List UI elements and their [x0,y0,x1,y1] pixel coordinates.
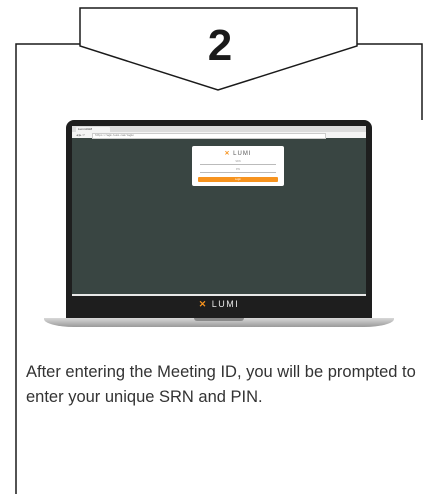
footer-lumi-x-icon: ✕ [198,299,208,309]
footer-lumi-text: LUMI [211,299,240,309]
login-button[interactable]: Login [198,177,278,182]
laptop-bezel: Lumi AGM ◀ ▶ ⟳ https://agm.lumi.com/logi… [66,120,372,318]
browser-nav-icons[interactable]: ◀ ▶ ⟳ [76,133,85,137]
pin-field[interactable]: PIN [200,167,276,173]
lumi-logo: ✕ LUMI [192,150,284,157]
lumi-logo-text: LUMI [233,151,252,157]
address-bar[interactable]: https://agm.lumi.com/login [92,133,326,139]
laptop-notch [194,318,244,321]
laptop-screen: Lumi AGM ◀ ▶ ⟳ https://agm.lumi.com/logi… [72,126,366,314]
laptop-illustration: Lumi AGM ◀ ▶ ⟳ https://agm.lumi.com/logi… [44,120,394,335]
srn-field[interactable]: SRN [200,159,276,165]
step-number: 2 [207,21,233,70]
lumi-x-icon: ✕ [224,151,231,157]
footer-lumi-logo: ✕ LUMI [72,299,366,310]
instruction-caption: After entering the Meeting ID, you will … [26,363,416,406]
login-card: ✕ LUMI SRN PIN Login [192,146,284,186]
